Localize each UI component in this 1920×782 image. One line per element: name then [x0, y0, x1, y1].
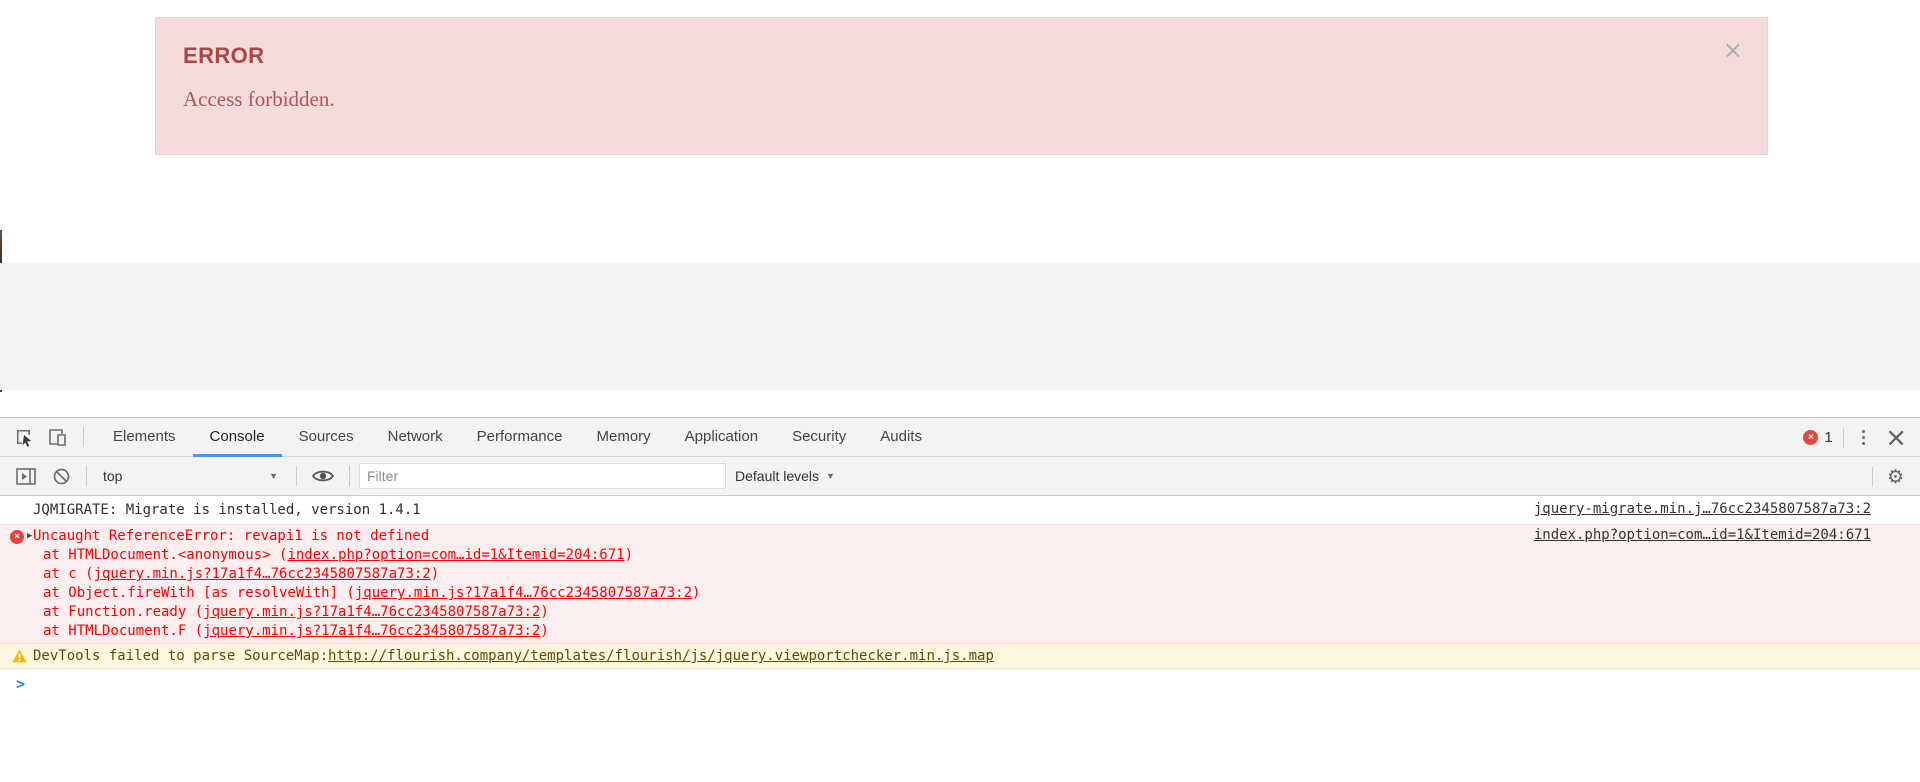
clear-console-icon[interactable]: [53, 468, 70, 485]
stack-source-link[interactable]: jquery.min.js?17a1f4…76cc2345807587a73:2: [355, 585, 692, 601]
close-icon[interactable]: ×: [1723, 38, 1743, 62]
stack-source-link[interactable]: index.php?option=com…id=1&Itemid=204:671: [287, 547, 624, 563]
stack-text: at Function.ready (: [43, 604, 204, 620]
tab-console[interactable]: Console: [192, 418, 282, 457]
chevron-down-icon: ▼: [826, 471, 835, 481]
error-count: 1: [1824, 429, 1833, 446]
console-messages: JQMIGRATE: Migrate is installed, version…: [0, 496, 1920, 699]
console-toolbar: top ▼ Default levels ▼ ⚙: [0, 457, 1920, 496]
warning-message-text: DevTools failed to parse SourceMap:: [33, 648, 329, 664]
info-message-text: JQMIGRATE: Migrate is installed, version…: [33, 502, 421, 518]
tab-network[interactable]: Network: [371, 418, 460, 457]
tab-security[interactable]: Security: [775, 418, 863, 457]
error-source-link[interactable]: index.php?option=com…id=1&Itemid=204:671: [1534, 527, 1871, 543]
stack-text: ): [624, 547, 634, 563]
stack-text: ): [430, 566, 440, 582]
tab-elements[interactable]: Elements: [96, 418, 193, 457]
divider: [349, 466, 350, 486]
device-toolbar-icon[interactable]: [48, 428, 69, 447]
tab-audits[interactable]: Audits: [863, 418, 939, 457]
stack-frame: at HTMLDocument.<anonymous> (index.php?o…: [0, 546, 1920, 565]
divider: [296, 466, 297, 486]
stack-frame: at HTMLDocument.F (jquery.min.js?17a1f4……: [0, 622, 1920, 641]
stack-frame: at c (jquery.min.js?17a1f4…76cc234580758…: [0, 565, 1920, 584]
chevron-down-icon: ▼: [269, 471, 278, 481]
log-levels-select[interactable]: Default levels ▼: [735, 468, 835, 484]
devtools-tabs: Elements Console Sources Network Perform…: [96, 418, 939, 457]
stack-text: ): [692, 585, 701, 601]
more-options-icon[interactable]: [1854, 424, 1874, 452]
stack-frame: at Object.fireWith [as resolveWith] (jqu…: [0, 584, 1920, 603]
tabbar-right-controls: × 1 ×: [1803, 418, 1907, 457]
filter-input[interactable]: [359, 463, 726, 489]
console-sidebar-toggle-icon[interactable]: [16, 467, 36, 485]
error-badge-icon: ×: [10, 530, 24, 544]
tab-performance[interactable]: Performance: [460, 418, 580, 457]
frame-context-select[interactable]: top ▼: [101, 468, 286, 484]
stack-source-link[interactable]: jquery.min.js?17a1f4…76cc2345807587a73:2: [203, 623, 540, 639]
screen: ERROR Access forbidden. × Elements Conso…: [0, 0, 1920, 782]
devtools-close-icon[interactable]: ×: [1885, 425, 1907, 451]
inspect-element-icon[interactable]: [15, 428, 35, 447]
stack-source-link[interactable]: jquery.min.js?17a1f4…76cc2345807587a73:2: [94, 566, 431, 582]
console-prompt[interactable]: >: [0, 669, 1920, 699]
prompt-chevron-icon: >: [16, 675, 26, 693]
stack-text: at HTMLDocument.<anonymous> (: [43, 547, 288, 563]
toolbar-right-controls: ⚙: [1871, 457, 1904, 496]
alert-message: Access forbidden.: [183, 87, 335, 111]
divider: [1871, 466, 1873, 487]
page-section-band: [0, 263, 1920, 390]
error-alert-box: ERROR Access forbidden. ×: [155, 17, 1768, 155]
console-error-message: × ▶ Uncaught ReferenceError: revapi1 is …: [0, 524, 1920, 644]
stack-text: ): [540, 604, 549, 620]
settings-gear-icon[interactable]: ⚙: [1887, 466, 1904, 488]
tab-sources[interactable]: Sources: [282, 418, 371, 457]
warning-triangle-icon: [12, 649, 27, 663]
warning-sourcemap-link[interactable]: http://flourish.company/templates/flouri…: [328, 648, 994, 664]
divider: [86, 466, 87, 486]
live-expression-eye-icon[interactable]: [311, 468, 335, 484]
stack-text: at c (: [43, 566, 94, 582]
devtools-tabbar: Elements Console Sources Network Perform…: [0, 418, 1920, 457]
frame-context-value: top: [103, 468, 123, 484]
stack-source-link[interactable]: jquery.min.js?17a1f4…76cc2345807587a73:2: [203, 604, 540, 620]
tab-memory[interactable]: Memory: [580, 418, 668, 457]
log-levels-value: Default levels: [735, 468, 820, 484]
info-source-link[interactable]: jquery-migrate.min.j…76cc2345807587a73:2: [1534, 501, 1871, 517]
stack-frame: at Function.ready (jquery.min.js?17a1f4……: [0, 603, 1920, 622]
tab-application[interactable]: Application: [668, 418, 775, 457]
stack-text: at HTMLDocument.F (: [43, 623, 204, 639]
divider: [1842, 427, 1844, 448]
divider: [83, 427, 84, 447]
console-warning-message: DevTools failed to parse SourceMap: http…: [0, 644, 1920, 669]
alert-title: ERROR: [183, 43, 265, 68]
console-info-message: JQMIGRATE: Migrate is installed, version…: [0, 496, 1920, 524]
expand-triangle-icon[interactable]: ▶: [27, 527, 32, 546]
devtools-panel: Elements Console Sources Network Perform…: [0, 417, 1920, 782]
stack-text: at Object.fireWith [as resolveWith] (: [43, 585, 355, 601]
error-count-icon[interactable]: ×: [1803, 430, 1819, 445]
stack-text: ): [540, 623, 549, 639]
